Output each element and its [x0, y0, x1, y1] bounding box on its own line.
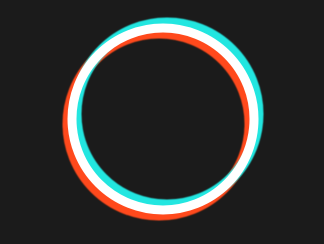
app-icon-canvas: [0, 0, 324, 244]
ring-logo-icon: [62, 17, 264, 221]
white-ring: [67, 23, 259, 215]
